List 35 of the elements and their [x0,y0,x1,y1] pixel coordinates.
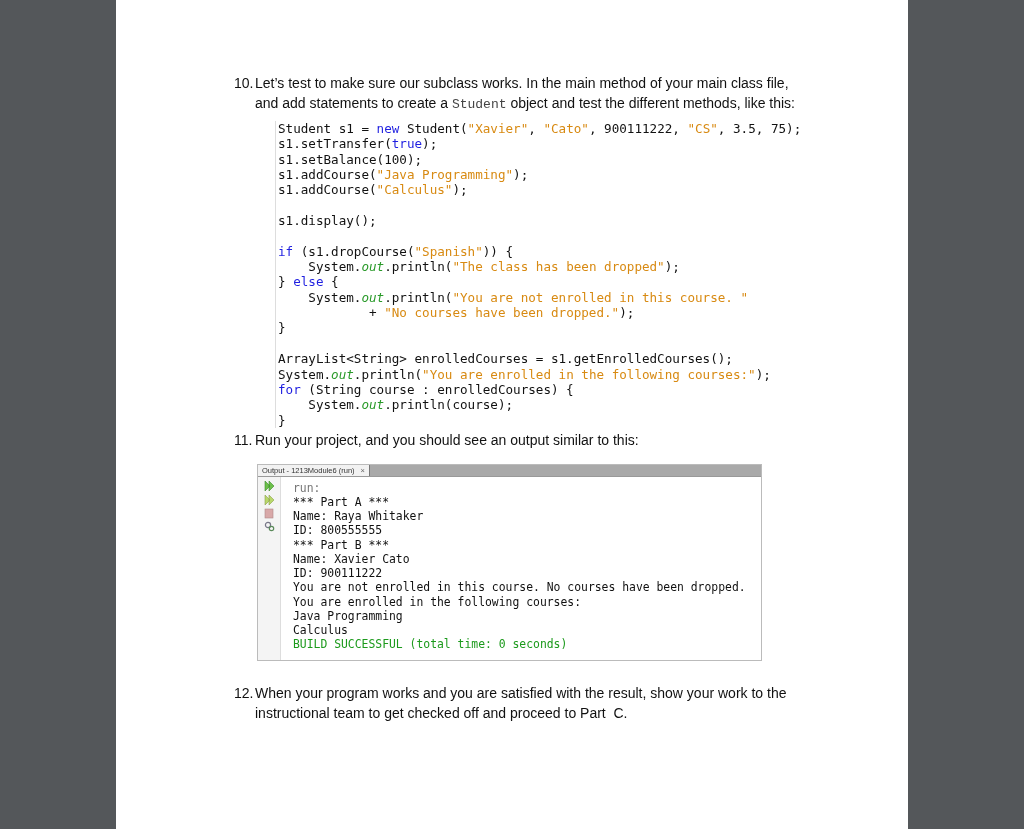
code-line: System.out.println("The class has been dropped"); [307,259,680,275]
step-number: 12. [234,683,255,703]
code-line: if (s1.dropCourse("Spanish")) { [278,243,514,260]
code-line: } else { [278,274,339,290]
output-line: *** Part A *** [293,495,389,510]
code-line: s1.setTransfer(true); [278,136,438,152]
output-line: You are enrolled in the following courses: [293,594,582,609]
code-line: System.out.println(course); [307,397,514,413]
code-line: + "No courses have been dropped."); [368,305,635,321]
output-line: Name: Xavier Cato [293,551,410,567]
code-line: s1.addCourse("Java Programming"); [278,167,529,183]
code-line: for (String course : enrolledCourses) { [278,381,574,398]
output-line: Name: Raya Whitaker [293,509,424,524]
code-line: } [278,412,286,428]
output-line: Calculus [293,622,348,638]
instruction-text: Run your project, and you should see an output similar to this: [255,430,640,450]
code-line: Student s1 = new Student("Xavier", "Cato", 900111222, "CS", 3.5, 75); [278,121,802,137]
output-line: ID: 800555555 [293,523,383,538]
output-line: Java Programming [293,608,403,623]
code-line: s1.addCourse("Calculus"); [278,182,468,198]
instruction-text: Let’s test to make sure our subclass works. In the main method of your main class file, and add statements to create a Student object and test the different methods, like this: [255,74,796,114]
code-line: } [278,320,286,336]
output-line: run: [293,480,321,496]
code-line: s1.display(); [278,213,377,229]
code-line: System.out.println("You are not enrolled in this course. " [307,289,749,306]
output-line: *** Part B *** [293,537,389,552]
step-number: 10. [234,74,255,93]
code-line: s1.setBalance(100); [278,151,423,168]
code-line: ArrayList<String> enrolledCourses = s1.getEnrolledCourses(); [278,351,733,367]
output-line: You are not enrolled in this course. No courses have been dropped. [293,580,746,595]
step-number: 11. [234,430,254,450]
code-line: System.out.println("You are enrolled in the following courses:"); [278,366,771,382]
output-line: BUILD SUCCESSFUL (total time: 0 seconds) [293,637,568,652]
output-line: ID: 900111222 [293,566,383,581]
instruction-text: When your program works and you are satisfied with the result, show your work to the instructional team to get checked off and proceed to Part C. [255,683,788,723]
